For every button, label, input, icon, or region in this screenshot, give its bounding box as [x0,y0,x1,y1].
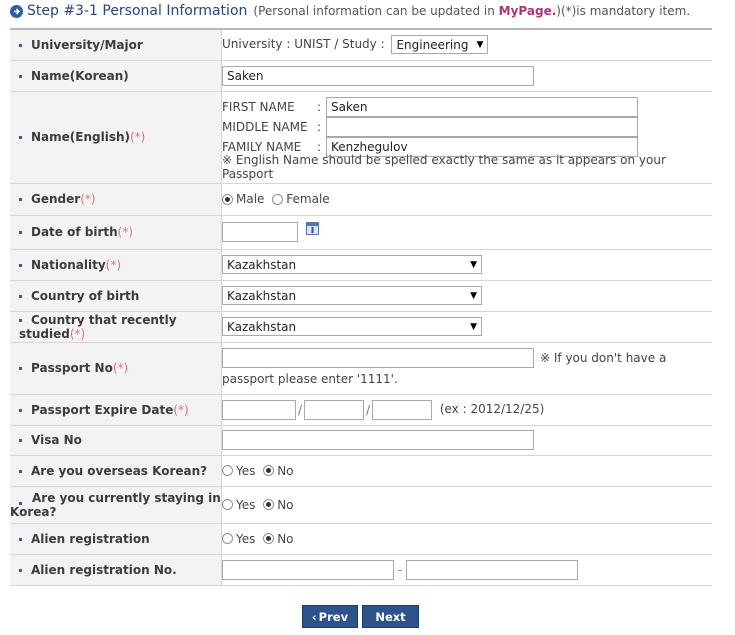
row-passport-no: Passport No(*) ※ If you don't have a pas… [10,342,712,395]
nationality-select[interactable]: Kazakhstan ▼ [222,255,482,274]
overseas-no-radio[interactable] [263,465,275,477]
country-studied-select[interactable]: Kazakhstan ▼ [222,317,482,336]
first-name-input[interactable] [326,97,638,117]
label-visa-no: Visa No [10,425,222,456]
label-name-english: Name(English)(*) [10,91,222,184]
dropdown-arrow-icon: ▼ [476,39,484,50]
label-dob: Date of birth(*) [10,215,222,250]
row-dob: Date of birth(*) [10,215,712,250]
gender-female-radio[interactable] [272,193,284,205]
label-overseas-korean: Are you overseas Korean? [10,455,222,487]
next-button[interactable]: Next [362,605,419,628]
study-select[interactable]: Engineering ▼ [391,35,489,55]
calendar-icon[interactable] [305,222,319,235]
row-country-birth: Country of birth Kazakhstan ▼ [10,280,712,312]
staying-no-radio[interactable] [263,499,275,511]
row-overseas-korean: Are you overseas Korean? Yes No [10,455,712,487]
page-title: Step #3-1 Personal Information [27,3,248,19]
alien-no-first-input[interactable] [222,559,394,580]
english-name-note: ※ English Name should be spelled exactly… [222,153,666,181]
gender-male-radio[interactable] [222,193,233,205]
row-country-studied: Country that recently studied(*) Kazakhs… [10,311,712,343]
passport-note-2: passport please enter '1111'. [222,372,398,386]
personal-info-form: University/Major University : UNIST / St… [10,28,712,586]
country-birth-select[interactable]: Kazakhstan ▼ [222,286,482,305]
staying-yes-radio[interactable] [222,499,233,511]
row-passport-expire: Passport Expire Date(*) / / (ex : 2012/12… [10,394,712,426]
row-name-english: Name(English)(*) FIRST NAME: MIDDLE NAME… [10,91,712,184]
row-staying-korea: Are you currently staying in Korea? Yes … [10,486,712,524]
label-country-studied: Country that recently studied(*) [10,311,222,343]
overseas-yes-radio[interactable] [222,465,233,477]
row-university: University/Major University : UNIST / St… [10,29,712,61]
label-alien-registration: Alien registration [10,523,222,555]
label-country-birth: Country of birth [10,280,222,312]
label-name-korean: Name(Korean) [10,60,222,92]
label-alien-registration-no: Alien registration No. [10,554,222,586]
label-staying-korea: Are you currently staying in Korea? [10,486,222,524]
header-note: (Personal information can be updated in … [253,4,691,18]
first-name-label: FIRST NAME [222,100,295,114]
label-nationality: Nationality(*) [10,249,222,281]
prev-button[interactable]: ‹ Prev [302,605,358,628]
dropdown-arrow-icon: ▼ [470,321,477,332]
passport-note-1: ※ If you don't have a [540,351,667,365]
row-name-korean: Name(Korean) [10,60,712,92]
chevron-left-icon: ‹ [311,609,317,624]
name-korean-input[interactable] [222,65,534,86]
dropdown-arrow-icon: ▼ [470,259,477,270]
row-visa-no: Visa No [10,425,712,456]
alien-no-radio[interactable] [263,533,275,545]
alien-no-second-input[interactable] [406,559,578,580]
alien-yes-radio[interactable] [222,533,233,545]
row-alien-registration: Alien registration Yes No [10,523,712,555]
label-passport-expire: Passport Expire Date(*) [10,394,222,426]
label-gender: Gender(*) [10,183,222,216]
passport-expire-year-input[interactable] [222,399,296,420]
label-passport-no: Passport No(*) [10,342,222,395]
arrow-right-icon [10,4,23,18]
dropdown-arrow-icon: ▼ [470,290,477,301]
label-university: University/Major [10,29,222,61]
row-gender: Gender(*) Male Female [10,183,712,216]
dob-input[interactable] [222,222,298,242]
date-example: (ex : 2012/12/25) [439,402,545,416]
step-header: Step #3-1 Personal Information (Personal… [10,0,690,22]
passport-expire-month-input[interactable] [304,399,364,420]
mypage-link[interactable]: MyPage. [499,4,557,18]
middle-name-input[interactable] [326,117,638,137]
family-name-label: FAMILY NAME [222,140,302,154]
row-alien-registration-no: Alien registration No. - [10,554,712,586]
university-text: University : UNIST / Study : [222,37,385,52]
row-nationality: Nationality(*) Kazakhstan ▼ [10,249,712,281]
passport-expire-day-input[interactable] [372,399,432,420]
middle-name-label: MIDDLE NAME [222,120,308,134]
visa-no-input[interactable] [222,430,534,450]
passport-no-input[interactable] [222,348,534,368]
